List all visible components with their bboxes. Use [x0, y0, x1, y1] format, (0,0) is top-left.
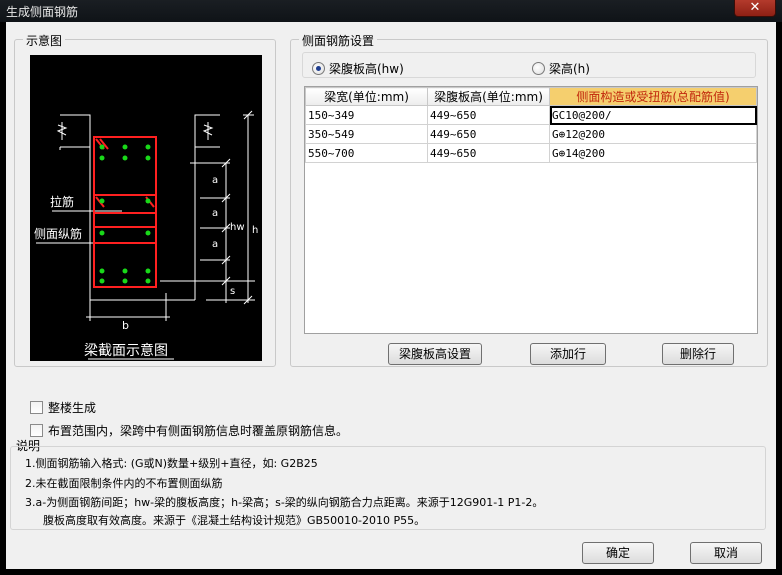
radio-web-height[interactable]: 梁腹板高(hw) [312, 60, 404, 77]
radio-beam-height[interactable]: 梁高(h) [532, 60, 590, 77]
delete-row-button[interactable]: 删除行 [662, 343, 734, 365]
whole-building-label: 整楼生成 [48, 401, 97, 415]
dim-hw: hw [230, 222, 245, 233]
table-header-row: 梁宽(单位:mm) 梁腹板高(单位:mm) 侧面构造或受扭筋(总配筋值) [305, 87, 757, 106]
rebar-settings-grid[interactable]: 梁宽(单位:mm) 梁腹板高(单位:mm) 侧面构造或受扭筋(总配筋值) 150… [304, 86, 758, 334]
dim-h: h [252, 225, 258, 236]
whole-building-option[interactable]: 整楼生成 [30, 399, 96, 416]
cell-web-height[interactable]: 449~650 [427, 124, 550, 144]
table-row[interactable]: 150~349 449~650 GC10@200/ [305, 105, 757, 125]
radio-beam-height-indicator[interactable] [532, 62, 545, 75]
overwrite-option[interactable]: 布置范围内，梁跨中有侧面钢筋信息时覆盖原钢筋信息。 [30, 422, 348, 439]
dim-b: b [122, 319, 129, 332]
dim-a1: a [212, 175, 218, 186]
cell-side-rebar[interactable]: G⊕14@200 [549, 143, 757, 163]
radio-web-height-indicator[interactable] [312, 62, 325, 75]
col-header-web-height[interactable]: 梁腹板高(单位:mm) [427, 87, 550, 106]
title-bar: 生成侧面钢筋 ✕ [0, 0, 782, 22]
whole-building-checkbox[interactable] [30, 401, 43, 414]
overwrite-checkbox[interactable] [30, 424, 43, 437]
side-bar-label: 侧面纵筋 [34, 226, 82, 241]
cell-beam-width[interactable]: 550~700 [305, 143, 428, 163]
cell-beam-width[interactable]: 350~549 [305, 124, 428, 144]
col-header-beam-width[interactable]: 梁宽(单位:mm) [305, 87, 428, 106]
col-header-side-rebar[interactable]: 侧面构造或受扭筋(总配筋值) [549, 87, 757, 106]
diagram-group-title: 示意图 [23, 32, 66, 49]
notes-box: 1.侧面钢筋输入格式: (G或N)数量+级别+直径，如: G2B25 2.未在截… [10, 446, 766, 530]
radio-web-height-label: 梁腹板高(hw) [329, 62, 404, 76]
note-line-3: 3.a-为侧面钢筋间距；hw-梁的腹板高度；h-梁高；s-梁的纵向钢筋合力点距离… [25, 496, 544, 509]
overwrite-label: 布置范围内，梁跨中有侧面钢筋信息时覆盖原钢筋信息。 [48, 424, 349, 438]
note-line-1: 1.侧面钢筋输入格式: (G或N)数量+级别+直径，如: G2B25 [25, 457, 318, 470]
close-button[interactable]: ✕ [734, 0, 776, 17]
cell-web-height[interactable]: 449~650 [427, 143, 550, 163]
dim-a3: a [212, 239, 218, 250]
cell-beam-width[interactable]: 150~349 [305, 105, 428, 125]
cancel-button[interactable]: 取消 [690, 542, 762, 564]
rebar-table: 梁宽(单位:mm) 梁腹板高(单位:mm) 侧面构造或受扭筋(总配筋值) 150… [305, 87, 757, 163]
dim-s: s [230, 286, 235, 297]
cell-side-rebar[interactable]: GC10@200/ [549, 105, 757, 125]
dialog-body: 示意图 拉筋 侧面纵筋 a a a hw h s b 梁截面示意图 侧面钢筋设置… [6, 22, 776, 569]
settings-group-title: 侧面钢筋设置 [299, 32, 378, 49]
note-line-2: 2.未在截面限制条件内的不布置侧面纵筋 [25, 477, 223, 490]
dim-a2: a [212, 208, 218, 219]
radio-beam-height-label: 梁高(h) [549, 62, 590, 76]
note-line-4: 腹板高度取有效高度。来源于《混凝土结构设计规范》GB50010-2010 P55… [43, 514, 426, 527]
ok-button[interactable]: 确定 [582, 542, 654, 564]
cell-web-height[interactable]: 449~650 [427, 105, 550, 125]
diagram-caption: 梁截面示意图 [84, 342, 168, 359]
web-height-settings-button[interactable]: 梁腹板高设置 [388, 343, 482, 365]
beam-section-drawing: 拉筋 侧面纵筋 a a a hw h s b 梁截面示意图 [34, 110, 258, 360]
cell-side-rebar[interactable]: G⊕12@200 [549, 124, 757, 144]
table-row[interactable]: 350~549 449~650 G⊕12@200 [305, 124, 757, 144]
tie-label: 拉筋 [50, 194, 74, 209]
table-row[interactable]: 550~700 449~650 G⊕14@200 [305, 143, 757, 163]
window-title: 生成侧面钢筋 [6, 5, 79, 19]
beam-section-diagram: 拉筋 侧面纵筋 a a a hw h s b 梁截面示意图 [30, 55, 262, 361]
add-row-button[interactable]: 添加行 [530, 343, 606, 365]
